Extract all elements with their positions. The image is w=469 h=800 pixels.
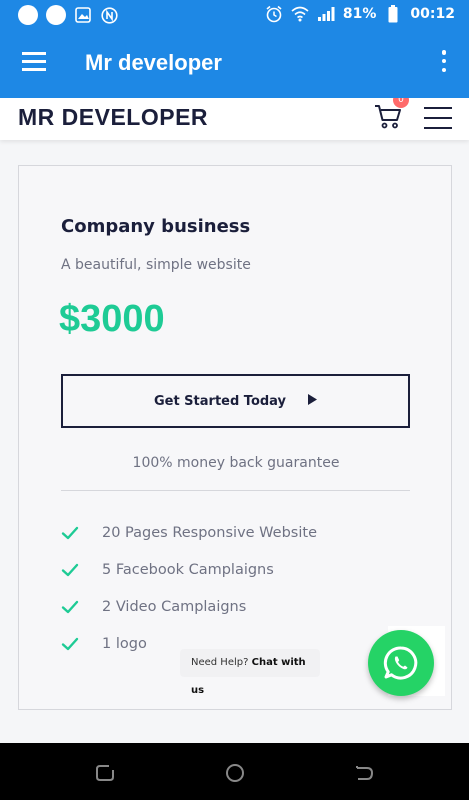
help-prompt: Need Help?	[191, 657, 249, 668]
plan-name: Company business	[61, 216, 251, 237]
get-started-label: Get Started Today	[153, 393, 287, 409]
circle-notification-icon	[46, 5, 66, 25]
back-icon[interactable]	[353, 762, 375, 784]
circle-notification-icon	[18, 5, 38, 25]
plan-description: A beautiful, simple website	[61, 257, 251, 273]
battery-percent: 81%	[342, 6, 377, 22]
feature-list: 20 Pages Responsive Website 5 Facebook C…	[61, 514, 317, 662]
image-icon	[74, 6, 92, 24]
alarm-icon	[265, 5, 283, 23]
feature-item: 5 Facebook Camplaigns	[61, 551, 317, 588]
check-icon	[61, 600, 79, 613]
play-arrow-icon	[308, 393, 318, 409]
hamburger-icon[interactable]	[22, 52, 46, 71]
chat-help-tooltip[interactable]: Need Help? Chat with us	[180, 649, 320, 696]
app-bar: Mr developer	[0, 30, 469, 98]
notification-icons	[18, 5, 118, 25]
site-menu-icon[interactable]	[424, 107, 452, 129]
divider	[61, 490, 410, 491]
home-icon[interactable]	[224, 762, 246, 784]
feature-text: 5 Facebook Camplaigns	[102, 561, 274, 578]
plan-price: $3000	[59, 298, 165, 340]
n-icon	[100, 6, 118, 24]
status-bar: 81% 00:12	[0, 0, 469, 30]
signal-icon	[317, 5, 335, 23]
recent-apps-icon[interactable]	[94, 762, 116, 784]
clock: 00:12	[410, 6, 455, 22]
more-vert-icon[interactable]	[441, 50, 447, 72]
feature-item: 2 Video Camplaigns	[61, 588, 317, 625]
feature-item: 20 Pages Responsive Website	[61, 514, 317, 551]
whatsapp-icon	[383, 646, 418, 680]
app-title: Mr developer	[85, 50, 222, 75]
web-view: MR DEVELOPER 0 Company business A beauti…	[0, 98, 469, 743]
battery-icon	[384, 5, 402, 23]
whatsapp-button[interactable]	[368, 630, 434, 696]
feature-text: 20 Pages Responsive Website	[102, 524, 317, 541]
site-header: MR DEVELOPER 0	[0, 98, 469, 140]
check-icon	[61, 637, 79, 650]
check-icon	[61, 563, 79, 576]
check-icon	[61, 526, 79, 539]
wifi-icon	[291, 5, 309, 23]
site-brand[interactable]: MR DEVELOPER	[18, 104, 208, 131]
cart-count-badge: 0	[393, 98, 409, 108]
system-nav-bar	[0, 743, 469, 800]
pricing-card: Company business A beautiful, simple web…	[18, 165, 452, 710]
feature-text: 1 logo	[102, 635, 147, 652]
guarantee-text: 100% money back guarantee	[132, 455, 340, 471]
cart-icon[interactable]	[374, 104, 402, 130]
get-started-button[interactable]: Get Started Today	[61, 374, 410, 428]
feature-text: 2 Video Camplaigns	[102, 598, 247, 615]
system-icons: 81% 00:12	[265, 5, 455, 23]
